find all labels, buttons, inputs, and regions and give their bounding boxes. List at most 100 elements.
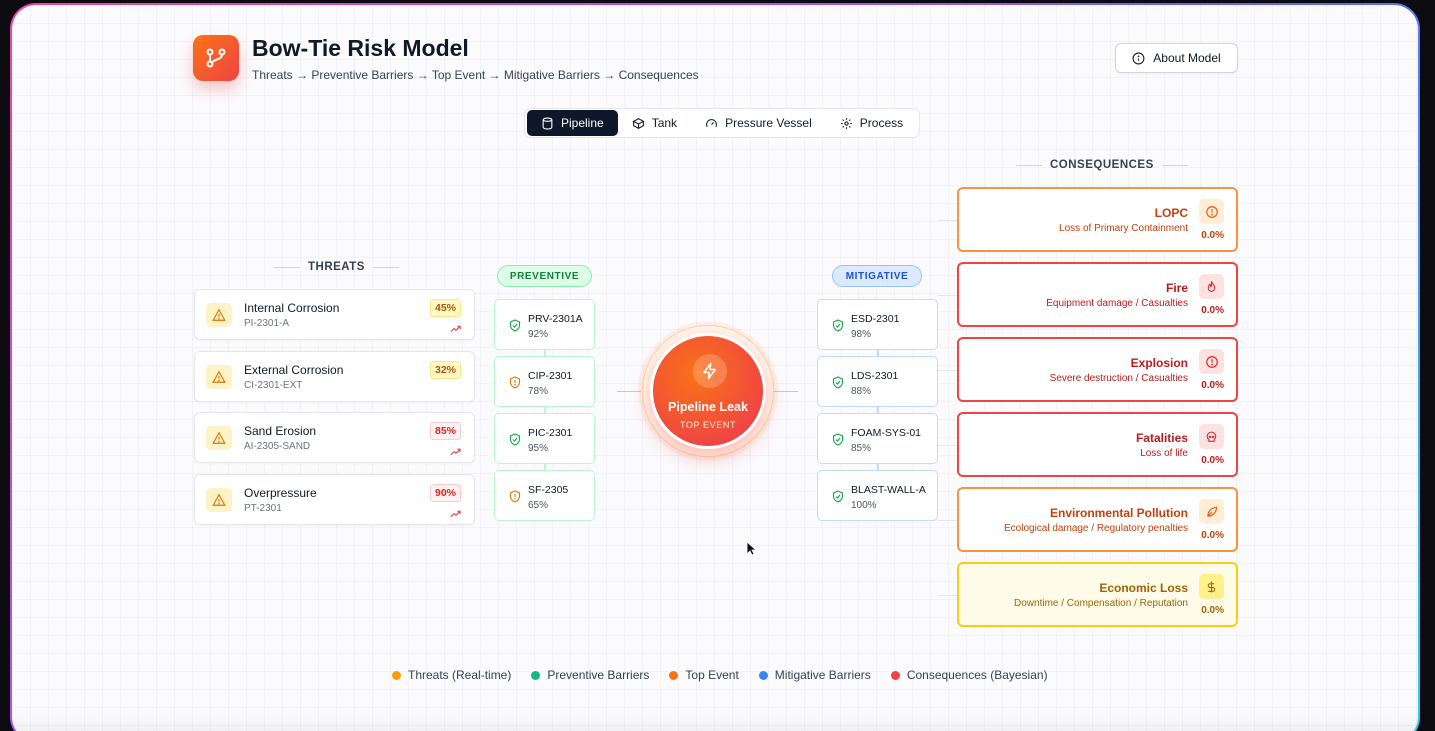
barrier-name: PIC-2301	[528, 427, 573, 439]
warning-icon	[206, 426, 232, 450]
tab-label: Pressure Vessel	[725, 116, 812, 130]
preventive-barrier-sf-2305[interactable]: SF-2305 65%	[494, 470, 595, 521]
threat-name: External Corrosion	[244, 363, 344, 377]
dollar-icon	[1199, 574, 1224, 599]
skull-icon	[1199, 424, 1224, 449]
barrier-name: LDS-2301	[851, 370, 899, 382]
legend-item-mitigative: Mitigative Barriers	[758, 668, 871, 682]
consequence-description: Severe destruction / Casualties	[1049, 373, 1188, 384]
threat-name: Overpressure	[244, 486, 317, 500]
consequence-name: Explosion	[1130, 356, 1188, 370]
consequence-name: Economic Loss	[1099, 581, 1188, 595]
leaf-icon	[1199, 499, 1224, 524]
barrier-name: BLAST-WALL-A	[851, 484, 926, 496]
tab-tank[interactable]: Tank	[618, 110, 691, 136]
threat-probability-badge: 85%	[429, 422, 461, 440]
preventive-pill: PREVENTIVE	[497, 265, 592, 287]
threat-code: CI-2301-EXT	[244, 380, 303, 391]
consequence-probability: 0.0%	[1201, 380, 1224, 391]
flame-icon	[1199, 274, 1224, 299]
consequence-description: Downtime / Compensation / Reputation	[1014, 598, 1188, 609]
consequence-connector	[938, 595, 957, 596]
page-title: Bow-Tie Risk Model	[252, 35, 469, 61]
consequence-probability: 0.0%	[1201, 230, 1224, 241]
consequence-card-fatalities[interactable]: Fatalities Loss of life 0.0%	[957, 412, 1238, 477]
mitigative-pill: MITIGATIVE	[832, 265, 922, 287]
top-event-node[interactable]: Pipeline Leak TOP EVENT	[650, 333, 766, 449]
consequence-connector	[938, 220, 957, 221]
tab-pipeline[interactable]: Pipeline	[527, 110, 618, 136]
gauge-icon	[706, 118, 717, 127]
barrier-name: CIP-2301	[528, 370, 573, 382]
threat-card-internal-corrosion[interactable]: Internal Corrosion PI-2301-A 45%	[194, 289, 475, 340]
legend-dot	[392, 670, 401, 680]
legend-item-top-event: Top Event	[669, 668, 739, 682]
app-logo	[193, 35, 239, 81]
consequence-description: Loss of life	[1140, 448, 1188, 459]
barrier-name: SF-2305	[528, 484, 569, 496]
consequence-card-lopc[interactable]: LOPC Loss of Primary Containment 0.0%	[957, 187, 1238, 252]
git-branch-icon	[206, 48, 226, 68]
alert-circle-icon	[1199, 199, 1224, 224]
barrier-value: 85%	[851, 443, 872, 454]
consequence-description: Ecological damage / Regulatory penalties	[1004, 523, 1188, 534]
consequence-card-environmental-pollution[interactable]: Environmental Pollution Ecological damag…	[957, 487, 1238, 552]
consequence-connector	[938, 370, 957, 371]
legend-dot	[669, 670, 679, 680]
warning-icon	[206, 365, 232, 389]
tab-pressure-vessel[interactable]: Pressure Vessel	[691, 110, 826, 136]
bottom-fade	[12, 711, 1418, 731]
preventive-barrier-prv-2301a[interactable]: PRV-2301A 92%	[494, 299, 595, 350]
mitigative-barrier-foam-sys-01[interactable]: FOAM-SYS-01 85%	[817, 413, 938, 464]
threats-heading: THREATS	[274, 261, 399, 273]
consequence-card-explosion[interactable]: Explosion Severe destruction / Casualtie…	[957, 337, 1238, 402]
barrier-value: 95%	[528, 443, 549, 454]
preventive-barrier-cip-2301[interactable]: CIP-2301 78%	[494, 356, 595, 407]
mouse-cursor-icon	[746, 541, 758, 561]
legend-item-preventive: Preventive Barriers	[531, 668, 649, 682]
consequence-card-economic-loss[interactable]: Economic Loss Downtime / Compensation / …	[957, 562, 1238, 627]
legend: Threats (Real-time) Preventive Barriers …	[392, 668, 1048, 682]
top-event-name: Pipeline Leak	[668, 400, 748, 414]
consequence-probability: 0.0%	[1201, 605, 1224, 616]
mitigative-barrier-esd-2301[interactable]: ESD-2301 98%	[817, 299, 938, 350]
mitigative-barrier-blast-wall-a[interactable]: BLAST-WALL-A 100%	[817, 470, 938, 521]
threat-probability-badge: 45%	[429, 299, 461, 317]
consequence-description: Equipment damage / Casualties	[1046, 298, 1188, 309]
consequence-description: Loss of Primary Containment	[1059, 223, 1188, 234]
consequence-connector	[938, 520, 957, 521]
consequence-probability: 0.0%	[1201, 305, 1224, 316]
mitigative-barrier-lds-2301[interactable]: LDS-2301 88%	[817, 356, 938, 407]
threat-code: AI-2305-SAND	[244, 441, 311, 452]
threat-card-overpressure[interactable]: Overpressure PT-2301 90%	[194, 474, 475, 525]
about-model-button[interactable]: About Model	[1115, 43, 1238, 73]
preventive-barrier-pic-2301[interactable]: PIC-2301 95%	[494, 413, 595, 464]
trending-up-icon	[450, 320, 461, 338]
warning-icon	[206, 488, 232, 512]
tab-label: Process	[859, 116, 904, 130]
threat-card-sand-erosion[interactable]: Sand Erosion AI-2305-SAND 85%	[194, 412, 475, 463]
consequence-card-fire[interactable]: Fire Equipment damage / Casualties 0.0%	[957, 262, 1238, 327]
threat-card-external-corrosion[interactable]: External Corrosion CI-2301-EXT 32%	[194, 351, 475, 402]
about-model-label: About Model	[1153, 51, 1221, 65]
legend-dot	[531, 670, 541, 680]
gear-icon	[840, 117, 852, 129]
consequence-name: Environmental Pollution	[1049, 506, 1188, 520]
trending-up-icon	[450, 505, 461, 523]
shield-alert-icon	[509, 490, 521, 508]
barrier-value: 88%	[851, 386, 872, 397]
shield-check-icon	[832, 433, 844, 451]
tab-label: Pipeline	[561, 116, 604, 130]
lightning-icon	[693, 354, 727, 388]
consequence-name: LOPC	[1154, 206, 1188, 220]
threat-name: Sand Erosion	[244, 424, 317, 438]
threat-probability-badge: 90%	[429, 484, 461, 502]
box-icon	[632, 117, 645, 129]
barrier-value: 78%	[528, 386, 549, 397]
consequence-connector	[938, 295, 957, 296]
tab-label: Tank	[651, 116, 678, 130]
shield-check-icon	[509, 319, 521, 337]
tab-process[interactable]: Process	[826, 110, 917, 136]
legend-dot	[758, 670, 768, 680]
threat-code: PT-2301	[244, 503, 282, 514]
